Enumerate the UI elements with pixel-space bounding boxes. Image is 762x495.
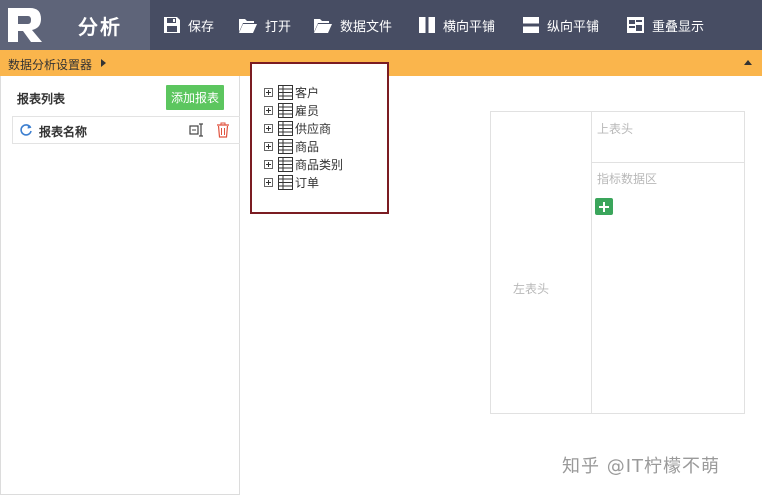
add-report-button[interactable]: 添加报表 (166, 85, 224, 110)
tree-item-label: 雇员 (295, 103, 320, 118)
open-label: 打开 (265, 19, 292, 35)
tile-vertical-icon (523, 17, 539, 33)
tree-item[interactable]: 商品类别 (264, 156, 343, 172)
table-icon (278, 120, 293, 136)
report-list-title: 报表列表 (17, 92, 66, 106)
collapse-arrow-icon[interactable] (744, 60, 752, 65)
tree-item-label: 客户 (295, 85, 320, 100)
table-icon (278, 84, 293, 100)
tile-vertical-button[interactable]: 纵向平铺 (522, 0, 599, 50)
expand-plus-icon[interactable] (264, 123, 273, 133)
tree-item-label: 订单 (295, 175, 320, 190)
expand-plus-icon[interactable] (264, 159, 273, 169)
report-list-item[interactable]: 报表名称 (12, 116, 240, 144)
report-name: 报表名称 (39, 125, 88, 139)
cascade-label: 重叠显示 (652, 19, 705, 35)
tree-item-label: 商品类别 (295, 157, 344, 172)
expand-plus-icon[interactable] (264, 177, 273, 187)
open-button[interactable]: 打开 (238, 0, 291, 50)
table-icon (278, 174, 293, 190)
watermark: 知乎 @IT柠檬不萌 (562, 456, 721, 477)
tree-item[interactable]: 供应商 (264, 120, 331, 136)
tile-horizontal-button[interactable]: 横向平铺 (418, 0, 495, 50)
cascade-windows-icon (627, 17, 644, 33)
expand-plus-icon[interactable] (264, 141, 273, 151)
tree-item-label: 供应商 (295, 121, 332, 136)
trash-icon[interactable] (216, 122, 230, 138)
tile-horizontal-label: 横向平铺 (443, 19, 496, 35)
pivot-divider-vertical (591, 112, 592, 413)
pivot-layout-area: 上表头 指标数据区 左表头 (490, 111, 745, 414)
module-title: 分析 (78, 15, 122, 39)
save-icon (164, 17, 180, 33)
add-metric-plus-icon[interactable] (595, 198, 613, 215)
tree-item[interactable]: 订单 (264, 174, 319, 190)
logo-r-icon (8, 8, 42, 42)
save-button[interactable]: 保存 (163, 0, 214, 50)
cascade-button[interactable]: 重叠显示 (626, 0, 704, 50)
top-header-zone[interactable]: 上表头 (597, 120, 633, 137)
refresh-icon[interactable] (19, 123, 33, 137)
table-icon (278, 156, 293, 172)
settings-bar-title[interactable]: 数据分析设置器 (8, 56, 92, 73)
left-header-zone[interactable]: 左表头 (513, 280, 549, 297)
data-file-label: 数据文件 (340, 19, 393, 35)
top-toolbar: 分析 保存 打开 数据文件 横向平铺 纵向平铺 重叠显示 (0, 0, 762, 50)
table-icon (278, 102, 293, 118)
metric-data-zone[interactable]: 指标数据区 (597, 170, 657, 187)
data-source-tree: 客户 雇员 供应商 商品 商品类别 订单 (250, 62, 389, 214)
tile-vertical-label: 纵向平铺 (547, 19, 600, 35)
rename-icon[interactable] (189, 122, 205, 138)
table-icon (278, 138, 293, 154)
tree-item[interactable]: 客户 (264, 84, 319, 100)
data-file-button[interactable]: 数据文件 (313, 0, 392, 50)
expand-arrow-icon[interactable] (101, 59, 106, 67)
folder-open-icon (239, 18, 257, 33)
save-label: 保存 (188, 19, 215, 35)
app-logo-area: 分析 (0, 0, 150, 50)
expand-plus-icon[interactable] (264, 87, 273, 97)
folder-icon (314, 18, 332, 33)
report-list-panel: 报表列表 添加报表 报表名称 (0, 76, 240, 495)
tree-item[interactable]: 雇员 (264, 102, 319, 118)
tree-item-label: 商品 (295, 139, 320, 154)
expand-plus-icon[interactable] (264, 105, 273, 115)
tree-item[interactable]: 商品 (264, 138, 319, 154)
tile-horizontal-icon (419, 17, 435, 33)
pivot-divider-horizontal (591, 162, 744, 163)
